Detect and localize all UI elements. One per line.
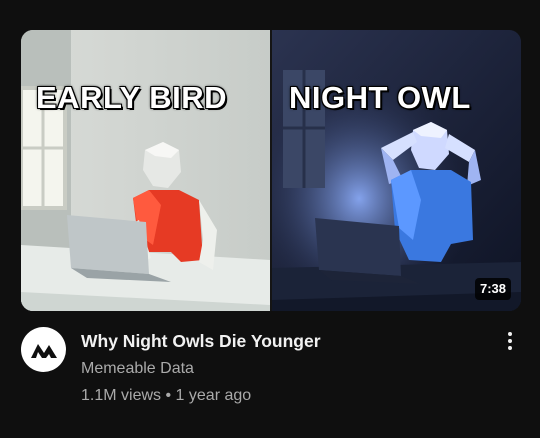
memeable-data-logo-icon (30, 343, 57, 358)
thumbnail-caption-left: EARLY BIRD (36, 80, 228, 115)
stats-separator: • (165, 387, 172, 404)
thumbnail-caption-right: NIGHT OWL (289, 80, 471, 115)
view-count: 1.1M views (81, 387, 162, 404)
channel-name[interactable]: Memeable Data (81, 358, 194, 380)
video-title[interactable]: Why Night Owls Die Younger (81, 329, 321, 353)
thumbnail-illustration (21, 30, 521, 311)
more-vert-icon (508, 332, 512, 336)
channel-avatar[interactable] (21, 327, 66, 372)
video-thumbnail[interactable]: EARLY BIRD NIGHT OWL 7:38 (21, 30, 521, 311)
duration-badge: 7:38 (474, 278, 511, 300)
video-stats: 1.1M views • 1 year ago (81, 385, 251, 407)
more-actions-button[interactable] (496, 327, 524, 355)
video-card[interactable]: EARLY BIRD NIGHT OWL 7:38 Why Night Owls… (0, 0, 540, 438)
upload-age: 1 year ago (175, 387, 252, 404)
